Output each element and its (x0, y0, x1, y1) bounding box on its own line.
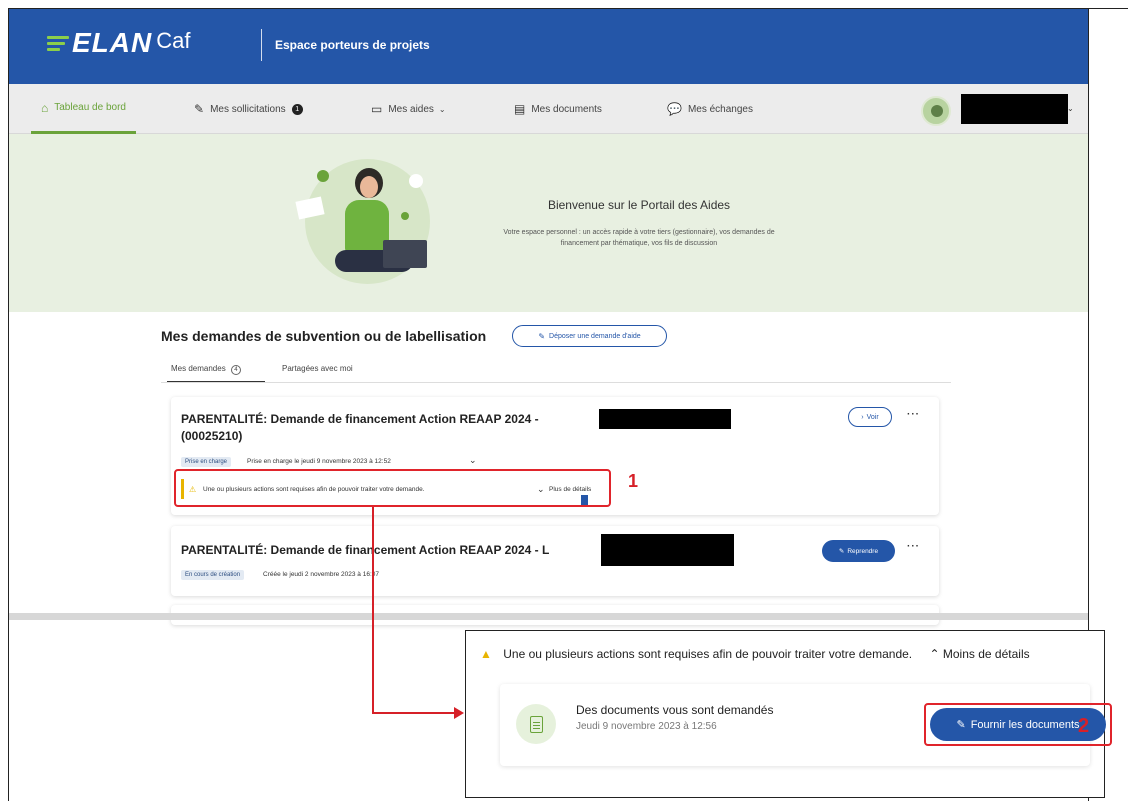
hero-dot-1 (317, 170, 329, 182)
tab-partagees[interactable]: Partagées avec moi (282, 361, 353, 383)
tabs-divider (161, 382, 951, 383)
person-face (360, 176, 378, 198)
tab-count-badge: 4 (230, 365, 241, 375)
annotation-marker-1: 1 (628, 471, 639, 491)
app-header: ELAN Caf Espace porteurs de projets (9, 9, 1088, 84)
redacted-title-part (601, 534, 734, 566)
pen-icon: ✎ (838, 548, 845, 555)
nav-mes-documents[interactable]: ▤ Mes documents (514, 84, 602, 134)
request-reference: (00025210) (181, 429, 243, 443)
nav-mes-aides[interactable]: ▭ Mes aides ⌄ (371, 84, 446, 134)
pen-icon: ✎ (194, 102, 205, 116)
hero-dot-2 (409, 174, 423, 188)
more-options-icon[interactable]: ··· (907, 409, 920, 420)
less-details-link[interactable]: Moins de détails (943, 647, 1030, 661)
logo-lines-icon (47, 33, 69, 51)
nav-label: Mes documents (531, 103, 602, 115)
status-badge: Prise en charge (181, 457, 232, 467)
welcome-banner: Bienvenue sur le Portail des Aides Votre… (9, 134, 1088, 312)
tab-label: Mes demandes (171, 364, 226, 373)
header-title: Espace porteurs de projets (275, 38, 430, 52)
nav-label: Mes échanges (687, 103, 753, 115)
arrow-head-icon (454, 707, 464, 719)
document-icon: ▤ (514, 102, 526, 116)
folder-icon: ▭ (371, 102, 383, 116)
tab-label: Partagées avec moi (282, 364, 353, 373)
elan-caf-logo[interactable]: ELAN Caf (47, 29, 190, 57)
chevron-up-icon[interactable]: ⌃ (929, 647, 939, 661)
section-title: Mes demandes de subvention ou de labelli… (161, 328, 487, 344)
document-request-date: Jeudi 9 novembre 2023 à 12:56 (576, 721, 717, 732)
laptop-icon (383, 240, 427, 268)
nav-mes-sollicitations[interactable]: ✎ Mes sollicitations 1 (194, 84, 303, 134)
pen-icon: ✎ (538, 331, 546, 341)
chat-icon: 💬 (667, 102, 682, 116)
document-icon (529, 715, 543, 733)
annotation-marker-2: 2 (1078, 715, 1090, 737)
nav-label: Mes sollicitations (210, 103, 286, 115)
home-icon: ⌂ (41, 100, 49, 115)
resume-button[interactable]: ✎ Reprendre (822, 540, 895, 562)
nav-label: Mes aides (388, 103, 434, 115)
status-text: Créée le jeudi 2 novembre 2023 à 16:07 (263, 571, 379, 578)
page-bottom-band (9, 613, 1088, 620)
deposit-label: Déposer une demande d'aide (549, 332, 641, 340)
view-button[interactable]: › Voir (848, 407, 892, 427)
resume-label: Reprendre (847, 547, 879, 555)
warning-icon: ▲ (480, 647, 492, 661)
redacted-username (961, 94, 1068, 124)
user-menu-chevron-icon[interactable]: ⌄ (1067, 104, 1074, 113)
logo-caf-text: Caf (156, 28, 191, 53)
zoom-warning-row: ▲ Une ou plusieurs actions sont requises… (480, 647, 1030, 661)
nav-tableau-de-bord[interactable]: ⌂ Tableau de bord (31, 84, 136, 134)
status-badge: En cours de création (181, 570, 245, 580)
hero-dot-3 (401, 212, 409, 220)
hero-subtitle: Votre espace personnel : un accès rapide… (503, 229, 775, 247)
zoom-warning-text: Une ou plusieurs actions sont requises a… (503, 647, 913, 661)
header-divider (261, 29, 262, 61)
document-icon-circle (516, 704, 556, 744)
chevron-down-icon[interactable]: ⌄ (469, 455, 477, 466)
more-options-icon[interactable]: ··· (907, 541, 920, 552)
chevron-down-icon: ⌄ (438, 104, 446, 114)
hero-title: Bienvenue sur le Portail des Aides (547, 198, 731, 212)
request-title: PARENTALITÉ: Demande de financement Acti… (181, 411, 641, 445)
logo-elan-text: ELAN (72, 27, 153, 58)
nav-label: Tableau de bord (54, 102, 126, 113)
tab-mes-demandes[interactable]: Mes demandes 4 (167, 361, 265, 383)
document-request-card: Des documents vous sont demandés Jeudi 9… (500, 684, 1112, 766)
view-label: Voir (866, 413, 879, 421)
annotation-arrow-vertical (372, 507, 374, 714)
status-text: Prise en charge le jeudi 9 novembre 2023… (247, 458, 391, 465)
redacted-title-part (599, 409, 731, 429)
annotation-box-1 (174, 469, 611, 507)
request-card: PARENTALITÉ: Demande de financement Acti… (171, 526, 939, 596)
sollicitations-badge: 1 (291, 103, 303, 115)
annotation-arrow-horizontal (372, 712, 456, 714)
document-request-title: Des documents vous sont demandés (576, 703, 774, 717)
deposit-request-button[interactable]: ✎ Déposer une demande d'aide (512, 325, 667, 347)
nav-mes-echanges[interactable]: 💬 Mes échanges (667, 84, 753, 134)
user-avatar[interactable] (921, 96, 951, 126)
zoomed-detail-panel: ▲ Une ou plusieurs actions sont requises… (465, 630, 1112, 798)
chevron-right-icon: › (861, 413, 864, 421)
request-title-text: PARENTALITÉ: Demande de financement Acti… (181, 412, 539, 426)
